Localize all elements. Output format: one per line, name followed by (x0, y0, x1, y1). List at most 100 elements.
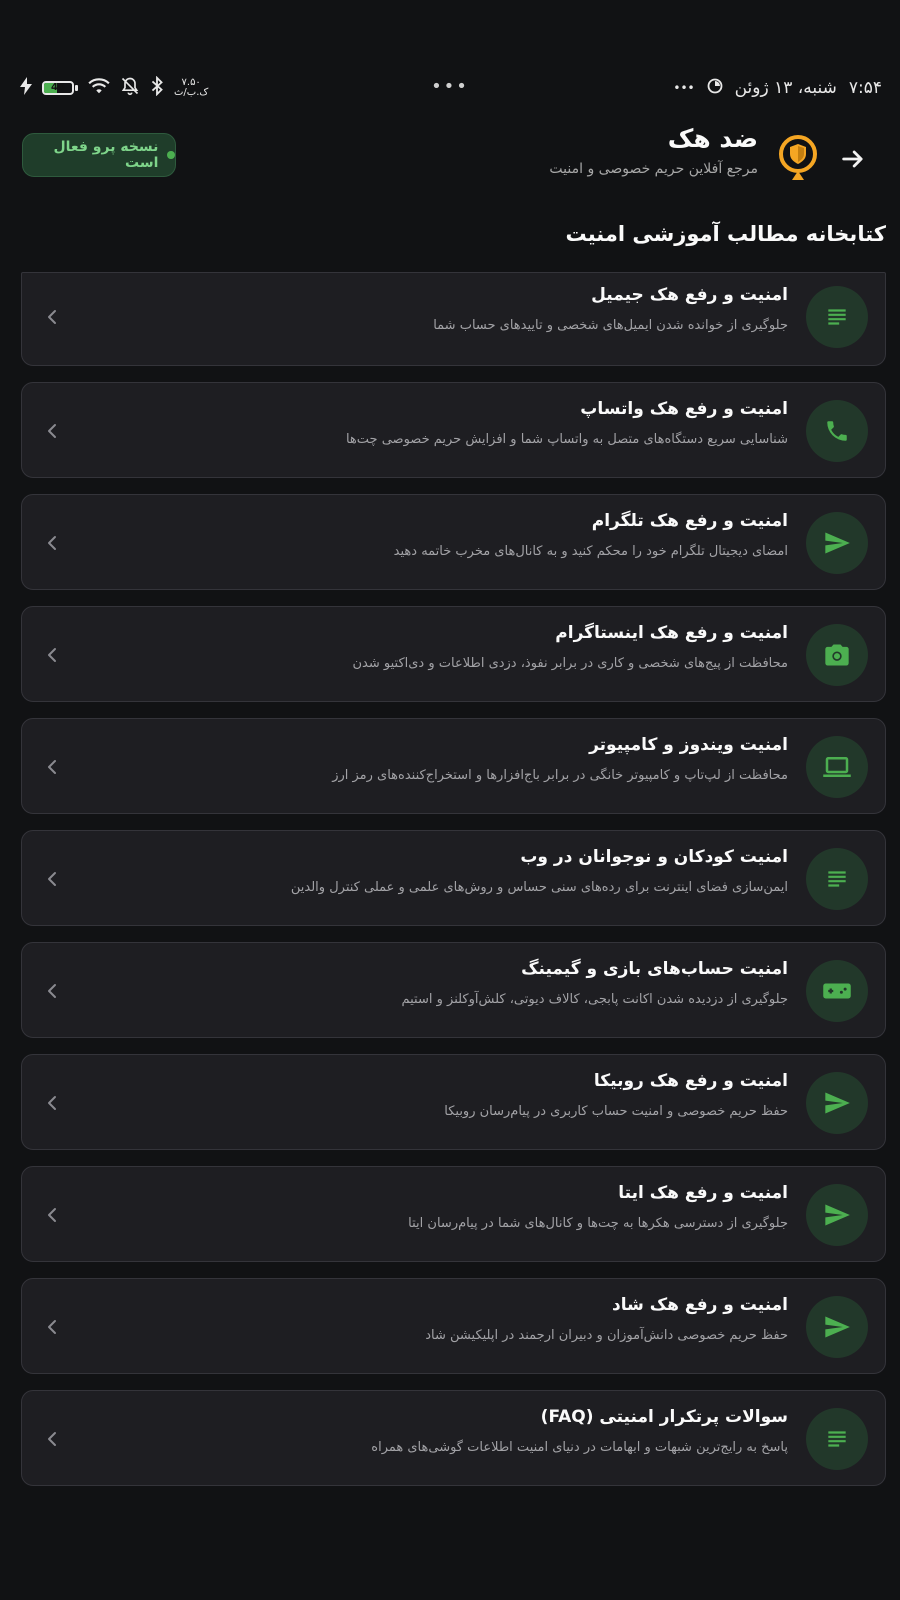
article-card[interactable]: امنیت کودکان و نوجوانان در وب ایمن‌سازی ف… (21, 830, 886, 926)
status-bar: 46 ۷.۵۰ ک.ب/ث ••• ۷:۵۴ شنبه، ۱۳ ژوئن ••• (0, 70, 900, 106)
shield-logo-icon (774, 132, 822, 184)
article-icon-badge (806, 1072, 868, 1134)
article-text: امنیت و رفع هک واتساپ شناسایی سریع دستگاه… (68, 397, 788, 449)
battery-icon: 46 (42, 81, 78, 95)
article-description: شناسایی سریع دستگاه‌های متصل به واتساپ ش… (345, 432, 788, 447)
chevron-left-icon (42, 416, 62, 446)
article-card[interactable]: امنیت و رفع هک ایتا جلوگیری از دسترسی هکر… (21, 1166, 886, 1262)
bluetooth-icon (150, 75, 164, 101)
article-text: امنیت و رفع هک ایتا جلوگیری از دسترسی هکر… (68, 1181, 788, 1233)
send-icon (823, 529, 851, 557)
network-speed: ۷.۵۰ ک.ب/ث (174, 78, 208, 98)
article-card[interactable]: امنیت و رفع هک شاد حفظ حریم خصوصی دانش‌آم… (21, 1278, 886, 1374)
article-text: امنیت و رفع هک اینستاگرام محافظت از پیج‌ه… (68, 621, 789, 673)
article-title: امنیت و رفع هک تلگرام (591, 511, 788, 531)
section-title: کتابخانه مطالب آموزشی امنیت (565, 222, 886, 246)
article-text: امنیت و رفع هک شاد حفظ حریم خصوصی دانش‌آم… (68, 1293, 788, 1345)
article-description: حفظ حریم خصوصی دانش‌آموزان و دبیران ارجم… (425, 1328, 788, 1343)
article-title: امنیت و رفع هک جیمیل (591, 285, 788, 305)
article-description: حفظ حریم خصوصی و امنیت حساب کاربری در پی… (444, 1104, 788, 1119)
back-button[interactable] (830, 136, 876, 182)
app-header: ضد هک مرجع آفلاین حریم خصوصی و امنیت نسخ… (0, 120, 900, 230)
article-icon (824, 1426, 850, 1452)
app-title: ضد هک (667, 124, 758, 153)
silent-bell-icon (120, 76, 140, 101)
article-card[interactable]: امنیت و رفع هک روبیکا حفظ حریم خصوصی و ام… (21, 1054, 886, 1150)
status-clock-area: ۷:۵۴ شنبه، ۱۳ ژوئن ••• (673, 78, 882, 99)
article-icon-badge (806, 512, 868, 574)
article-icon-badge (806, 624, 868, 686)
pro-badge-label: نسخه پرو فعال است (53, 139, 159, 171)
send-icon (823, 1089, 851, 1117)
status-date: شنبه، ۱۳ ژوئن (734, 78, 837, 98)
status-icons: 46 ۷.۵۰ ک.ب/ث (20, 75, 208, 101)
chevron-left-icon (42, 864, 62, 894)
article-card[interactable]: امنیت و رفع هک واتساپ شناسایی سریع دستگاه… (21, 382, 886, 478)
chevron-left-icon (42, 1424, 62, 1454)
article-card[interactable]: امنیت ویندوز و کامپیوتر محافظت از لپ‌تاپ … (21, 718, 886, 814)
article-title: امنیت کودکان و نوجوانان در وب (520, 847, 788, 867)
article-card[interactable]: امنیت و رفع هک جیمیل جلوگیری از خوانده شد… (21, 272, 886, 366)
article-title: سوالات پرتکرار امنیتی (FAQ) (540, 1407, 788, 1427)
article-card[interactable]: امنیت و رفع هک تلگرام امضای دیجیتال تلگرا… (21, 494, 886, 590)
send-icon (823, 1201, 851, 1229)
article-description: جلوگیری از دسترسی هکرها به چت‌ها و کانال… (408, 1216, 788, 1231)
charging-icon (20, 76, 32, 100)
article-description: پاسخ به رایج‌ترین شبهات و ابهامات در دنی… (371, 1440, 788, 1455)
article-description: محافظت از لپ‌تاپ و کامپیوتر خانگی در برا… (332, 768, 788, 783)
chevron-left-icon (42, 528, 62, 558)
app-subtitle: مرجع آفلاین حریم خصوصی و امنیت (549, 161, 758, 177)
camera-icon (823, 641, 851, 669)
chevron-left-icon (42, 1088, 62, 1118)
article-text: امنیت کودکان و نوجوانان در وب ایمن‌سازی ف… (68, 845, 788, 897)
chevron-left-icon (42, 640, 62, 670)
header-titles: ضد هک مرجع آفلاین حریم خصوصی و امنیت (549, 124, 758, 177)
article-title: امنیت و رفع هک اینستاگرام (555, 623, 788, 643)
article-title: امنیت و رفع هک روبیکا (593, 1071, 788, 1091)
chevron-left-icon (42, 1200, 62, 1230)
article-icon-badge (806, 736, 868, 798)
chevron-left-icon (42, 1312, 62, 1342)
article-card[interactable]: امنیت حساب‌های بازی و گیمینگ جلوگیری از د… (21, 942, 886, 1038)
article-title: امنیت ویندوز و کامپیوتر (589, 735, 788, 755)
pro-status-badge[interactable]: نسخه پرو فعال است (22, 133, 176, 177)
chevron-left-icon (42, 752, 62, 782)
article-icon-badge (806, 1408, 868, 1470)
article-card[interactable]: امنیت و رفع هک اینستاگرام محافظت از پیج‌ه… (21, 606, 886, 702)
article-text: امنیت و رفع هک روبیکا حفظ حریم خصوصی و ام… (68, 1069, 788, 1121)
status-more-dots: ••• (673, 81, 695, 95)
send-icon (823, 1313, 851, 1341)
article-description: جلوگیری از دزدیده شدن اکانت پابجی، کالاف… (401, 992, 788, 1007)
article-icon-badge (806, 1296, 868, 1358)
status-time: ۷:۵۴ (848, 78, 882, 98)
network-speed-unit: ک.ب/ث (174, 87, 209, 98)
article-text: امنیت و رفع هک جیمیل جلوگیری از خوانده شد… (68, 283, 788, 335)
article-description: محافظت از پیج‌های شخصی و کاری در برابر ن… (352, 656, 789, 671)
article-icon (824, 866, 850, 892)
chevron-left-icon (42, 976, 62, 1006)
article-description: ایمن‌سازی فضای اینترنت برای رده‌های سنی … (290, 880, 788, 895)
chevron-left-icon (42, 302, 62, 332)
gamepad-icon (822, 976, 852, 1006)
article-title: امنیت و رفع هک واتساپ (580, 399, 788, 419)
article-text: سوالات پرتکرار امنیتی (FAQ) پاسخ به رایج‌… (68, 1405, 788, 1457)
article-icon-badge (806, 1184, 868, 1246)
article-icon-badge (806, 286, 868, 348)
article-card[interactable]: سوالات پرتکرار امنیتی (FAQ) پاسخ به رایج‌… (21, 1390, 886, 1486)
arrow-forward-icon (842, 150, 863, 168)
article-icon-badge (806, 848, 868, 910)
article-text: امنیت ویندوز و کامپیوتر محافظت از لپ‌تاپ … (68, 733, 788, 785)
phone-icon (824, 418, 850, 444)
article-title: امنیت و رفع هک شاد (611, 1295, 788, 1315)
article-icon-badge (806, 960, 868, 1022)
article-text: امنیت و رفع هک تلگرام امضای دیجیتال تلگرا… (68, 509, 788, 561)
article-title: امنیت و رفع هک ایتا (618, 1183, 788, 1203)
battery-level: 46 (51, 82, 65, 93)
laptop-icon (822, 752, 852, 782)
wifi-icon (88, 77, 110, 100)
article-description: جلوگیری از خوانده شدن ایمیل‌های شخصی و ت… (433, 318, 788, 333)
article-text: امنیت حساب‌های بازی و گیمینگ جلوگیری از د… (68, 957, 788, 1009)
article-description: امضای دیجیتال تلگرام خود را محکم کنید و … (393, 544, 788, 559)
article-icon (824, 304, 850, 330)
article-title: امنیت حساب‌های بازی و گیمینگ (521, 959, 788, 979)
